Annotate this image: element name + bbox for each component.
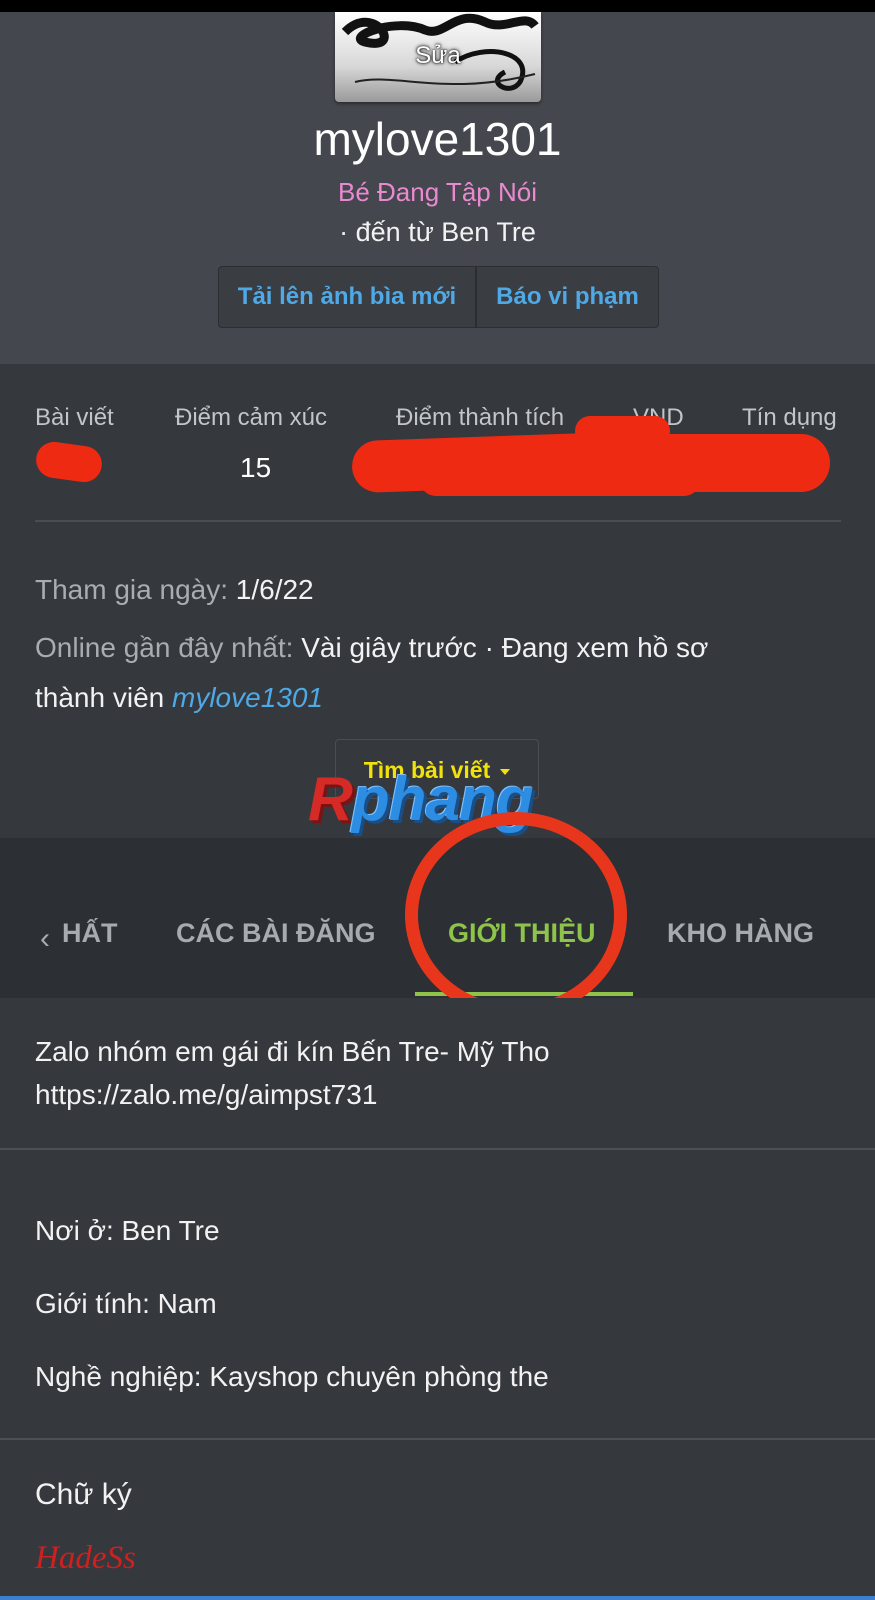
online-member-link[interactable]: mylove1301 [172, 682, 323, 713]
signature: HadeSs [35, 1540, 136, 1576]
about-link[interactable]: https://zalo.me/g/aimpst731 [35, 1073, 550, 1116]
status-bar [0, 0, 875, 12]
online-value: Vài giây trước · Đang xem hồ sơ [301, 632, 709, 663]
stat-label-posts: Bài viết [35, 404, 114, 431]
upload-cover-button[interactable]: Tải lên ảnh bìa mới [219, 267, 477, 327]
online-row: Online gần đây nhất: Vài giây trước · Đa… [35, 632, 708, 664]
profile-tabs: ‹ HẤT CÁC BÀI ĐĂNG GIỚI THIỆU KHO HÀNG [0, 838, 875, 998]
tab-inventory[interactable]: KHO HÀNG [667, 918, 814, 949]
avatar-edit-label[interactable]: Sửa [335, 42, 541, 70]
about-text: Zalo nhóm em gái đi kín Bến Tre- Mỹ Tho … [35, 1030, 550, 1116]
user-location: · đến từ Ben Tre [339, 217, 536, 247]
avatar[interactable]: Sửa [335, 12, 541, 102]
gender-row: Giới tính: Nam [35, 1288, 217, 1319]
profile-header: Sửa mylove1301 Bé Đang Tập Nói · đến từ … [0, 12, 875, 364]
redaction-mark [420, 464, 700, 496]
bottom-accent-line [0, 1596, 875, 1600]
about-line: Zalo nhóm em gái đi kín Bến Tre- Mỹ Tho [35, 1036, 550, 1067]
watermark-r: R [308, 765, 353, 834]
stat-label-reactions: Điểm cảm xúc [175, 404, 328, 431]
online-label: Online gần đây nhất: [35, 632, 294, 663]
online-value-cont: thành viên [35, 682, 165, 713]
report-button[interactable]: Báo vi phạm [477, 267, 658, 327]
stat-label-achievements: Điểm thành tích [396, 404, 565, 431]
stat-label-credits: Tín dụng [742, 404, 837, 431]
online-row-cont: thành viên mylove1301 [35, 682, 323, 714]
username: mylove1301 [313, 113, 562, 165]
divider [35, 520, 841, 522]
tab-about[interactable]: GIỚI THIỆU [448, 918, 596, 949]
joined-row: Tham gia ngày: 1/6/22 [35, 574, 314, 606]
occupation-row: Nghề nghiệp: Kayshop chuyên phòng the [35, 1361, 549, 1392]
divider [0, 1148, 875, 1150]
user-title: Bé Đang Tập Nói [338, 177, 537, 207]
tab-partial[interactable]: HẤT [62, 918, 118, 949]
signature-label: Chữ ký [35, 1478, 132, 1511]
profile-action-group: Tải lên ảnh bìa mới Báo vi phạm [218, 266, 659, 328]
stats-panel: Bài viết Điểm cảm xúc Điểm thành tích VN… [0, 364, 875, 838]
residence-row: Nơi ở: Ben Tre [35, 1215, 220, 1246]
about-description: Zalo nhóm em gái đi kín Bến Tre- Mỹ Tho … [0, 998, 875, 1150]
divider [0, 1438, 875, 1440]
joined-label: Tham gia ngày: [35, 574, 228, 605]
stat-value-reactions: 15 [240, 452, 272, 483]
redaction-mark [33, 439, 105, 485]
watermark-logo: Rphang [308, 764, 534, 835]
joined-value: 1/6/22 [235, 574, 314, 605]
active-tab-indicator [415, 992, 633, 996]
chevron-left-icon[interactable]: ‹ [40, 922, 50, 956]
tab-posts[interactable]: CÁC BÀI ĐĂNG [176, 918, 376, 949]
watermark-rest: phang [351, 765, 534, 834]
